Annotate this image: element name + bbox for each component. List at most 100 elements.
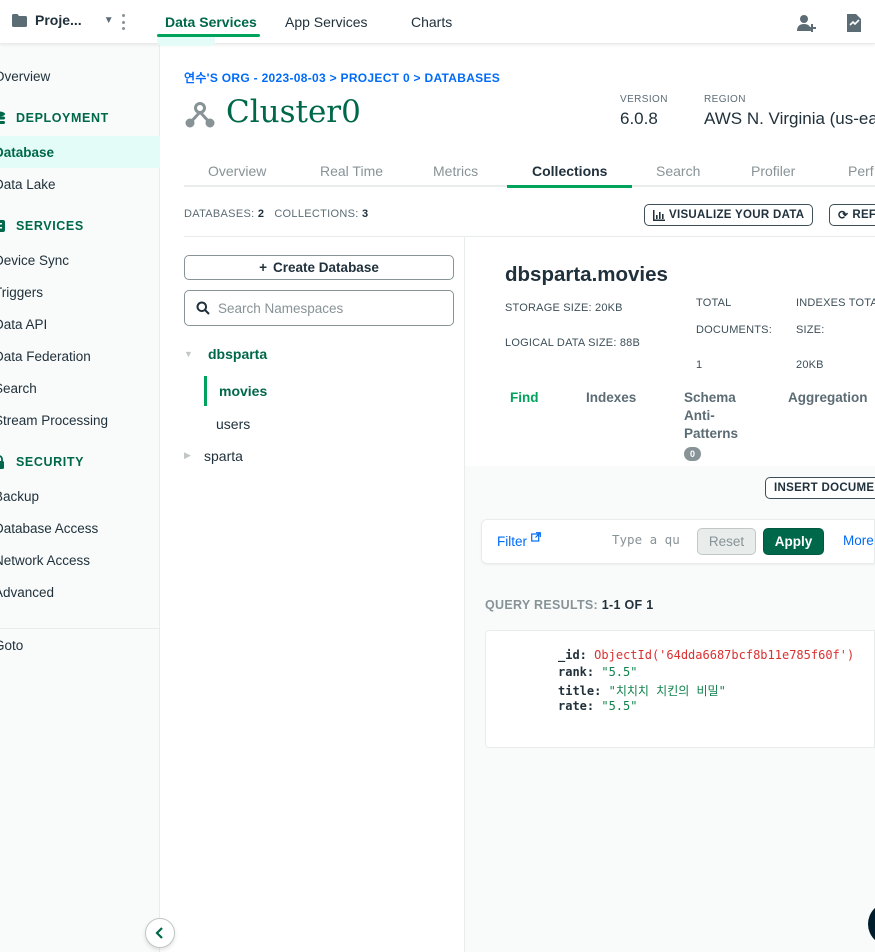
tab-app-services[interactable]: App Services <box>285 14 367 30</box>
tab-profiler[interactable]: Profiler <box>751 163 795 179</box>
nav-tab-hover-bg <box>157 36 215 46</box>
collections-count-value: 3 <box>361 208 369 220</box>
filter-label: Filter <box>497 534 527 549</box>
sidebar-item-backup[interactable]: Backup <box>0 489 39 504</box>
cluster-tabs: Overview Real Time Metrics Collections S… <box>184 155 875 187</box>
doc-key-rank: rank: <box>558 665 595 679</box>
logical-data-size: LOGICAL DATA SIZE: 88B <box>505 337 641 349</box>
sidebar-item-network-access[interactable]: Network Access <box>0 553 90 568</box>
activity-feed-icon[interactable] <box>843 12 865 34</box>
collections-count-label: COLLECTIONS: <box>274 208 359 220</box>
doc-value-id: ObjectId('64dda6687bcf8b11e785f60f') <box>594 648 855 662</box>
doc-key-id: _id: <box>558 648 587 662</box>
subtab-schema[interactable]: Schema <box>684 390 736 405</box>
deployment-icon <box>0 111 5 124</box>
search-namespaces-field[interactable] <box>184 290 454 326</box>
collection-movies[interactable]: movies <box>219 383 267 399</box>
top-nav-bar: Proje... ▼ Data Services App Services Ch… <box>0 0 875 46</box>
indexes-size-label-2: SIZE: <box>796 324 825 336</box>
collapse-sidebar-button[interactable] <box>145 918 175 948</box>
more-options-icon[interactable] <box>118 12 128 32</box>
doc-value-rate: "5.5" <box>601 699 638 713</box>
collection-users[interactable]: users <box>216 416 250 432</box>
sidebar-item-data-federation[interactable]: Data Federation <box>0 349 91 364</box>
doc-field-title: title: "치치치 치킨의 비밀" <box>558 682 726 699</box>
insert-document-label: INSERT DOCUMEN <box>774 482 875 494</box>
refresh-button[interactable]: ⟳ REFR <box>829 204 875 226</box>
breadcrumb[interactable]: 연수'S ORG - 2023-08-03 > PROJECT 0 > DATA… <box>184 69 500 86</box>
doc-field-id: _id: ObjectId('64dda6687bcf8b11e785f60f'… <box>558 648 854 662</box>
reset-button[interactable]: Reset <box>697 528 756 555</box>
doc-key-title: title: <box>558 684 602 698</box>
more-options-link[interactable]: More <box>843 533 874 548</box>
tab-data-services[interactable]: Data Services <box>165 14 257 30</box>
doc-key-rate: rate: <box>558 699 595 713</box>
indexes-size-value: 20KB <box>796 359 824 371</box>
region-label: REGION <box>704 94 746 105</box>
expanded-caret-icon[interactable]: ▼ <box>184 349 193 359</box>
services-icon <box>0 220 5 232</box>
subtab-indexes[interactable]: Indexes <box>586 390 636 405</box>
collapsed-caret-icon[interactable]: ▶ <box>184 450 191 461</box>
active-collection-indicator <box>204 376 207 406</box>
database-dbsparta[interactable]: dbsparta <box>208 346 267 362</box>
tab-search[interactable]: Search <box>656 163 700 179</box>
total-documents-label-2: DOCUMENTS: <box>696 324 772 336</box>
chevron-left-icon <box>155 927 163 939</box>
tab-collections[interactable]: Collections <box>532 163 607 179</box>
tab-metrics[interactable]: Metrics <box>433 163 478 179</box>
doc-field-rank: rank: "5.5" <box>558 665 637 679</box>
content-divider <box>184 236 875 237</box>
create-database-button[interactable]: + Create Database <box>184 255 454 280</box>
invite-user-icon[interactable] <box>795 12 817 34</box>
refresh-icon: ⟳ <box>838 208 849 222</box>
sidebar-item-stream-processing[interactable]: Stream Processing <box>0 413 108 428</box>
total-documents-value: 1 <box>696 359 703 371</box>
sidebar-item-overview[interactable]: Overview <box>0 69 50 84</box>
tab-overview[interactable]: Overview <box>208 163 266 179</box>
sidebar-item-data-api[interactable]: Data API <box>0 317 47 332</box>
sidebar-item-triggers[interactable]: Triggers <box>0 285 43 300</box>
subtab-find[interactable]: Find <box>510 390 539 405</box>
sidebar-item-advanced[interactable]: Advanced <box>0 585 54 600</box>
insert-document-button[interactable]: INSERT DOCUMEN <box>765 477 875 499</box>
filter-link[interactable]: Filter <box>497 532 541 549</box>
doc-value-rank: "5.5" <box>601 665 638 679</box>
visualize-data-button[interactable]: VISUALIZE YOUR DATA <box>644 204 814 226</box>
databases-count-value: 2 <box>257 208 265 220</box>
subtab-aggregation[interactable]: Aggregation <box>788 390 868 405</box>
schema-count-badge: 0 <box>684 447 701 461</box>
lock-icon <box>0 455 4 469</box>
tab-real-time[interactable]: Real Time <box>320 163 383 179</box>
tab-charts[interactable]: Charts <box>411 14 452 30</box>
sidebar-item-goto[interactable]: Goto <box>0 638 23 653</box>
cluster-icon <box>185 102 215 128</box>
active-tab-indicator <box>157 34 260 37</box>
subtab-schema-line2[interactable]: Anti- <box>684 408 715 423</box>
sidebar-item-device-sync[interactable]: Device Sync <box>0 253 69 268</box>
subtab-schema-line3[interactable]: Patterns <box>684 426 738 441</box>
search-namespaces-input[interactable] <box>218 300 438 316</box>
project-selector[interactable]: Proje... ▼ <box>12 12 114 28</box>
create-database-label: Create Database <box>273 260 379 275</box>
databases-count-label: DATABASES: <box>184 208 255 220</box>
sidebar-item-search[interactable]: Search <box>0 381 37 396</box>
sidebar-item-data-lake[interactable]: Data Lake <box>0 177 56 192</box>
bar-chart-icon <box>653 209 665 221</box>
query-results-value: 1-1 OF 1 <box>601 598 654 612</box>
sidebar-header-services: SERVICES <box>16 219 84 233</box>
filter-query-input[interactable] <box>612 532 692 547</box>
sidebar-divider <box>0 628 160 629</box>
storage-size: STORAGE SIZE: 20KB <box>505 302 623 314</box>
refresh-label: REFR <box>852 209 875 221</box>
caret-down-icon: ▼ <box>103 14 114 26</box>
external-link-icon <box>530 532 541 542</box>
sidebar-item-database-access[interactable]: Database Access <box>0 521 98 536</box>
sidebar-item-database[interactable]: Database <box>0 145 54 160</box>
indexes-size-label: INDEXES TOTAL <box>796 297 875 309</box>
database-sparta[interactable]: sparta <box>204 448 243 464</box>
cluster-name: Cluster0 <box>226 94 361 130</box>
tab-performance[interactable]: Perf <box>848 163 874 179</box>
apply-button[interactable]: Apply <box>763 528 824 555</box>
visualize-data-label: VISUALIZE YOUR DATA <box>669 209 805 221</box>
